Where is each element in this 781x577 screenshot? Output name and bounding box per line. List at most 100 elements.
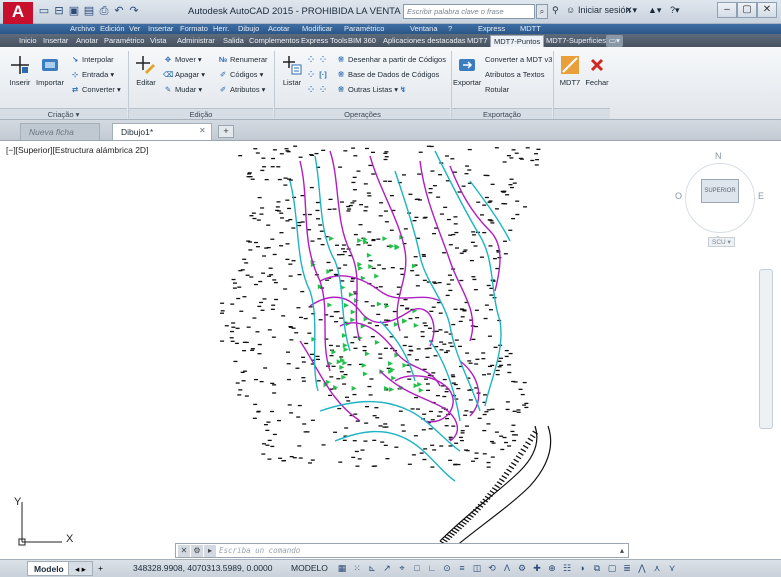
saveas-icon[interactable]: ▤: [83, 5, 95, 17]
compass-west[interactable]: O: [675, 191, 682, 201]
annotation-scale-icon[interactable]: Λ: [501, 562, 513, 575]
tab-salida[interactable]: Salida: [220, 35, 247, 47]
units-icon[interactable]: ⊕: [546, 562, 558, 575]
otrack-icon[interactable]: ∟: [426, 562, 438, 575]
menu-item[interactable]: Formato: [180, 24, 208, 34]
mudar-dropdown[interactable]: ✎ Mudar ▾: [163, 84, 202, 95]
compass-north[interactable]: N: [715, 151, 722, 161]
tab-mdt7-superficies[interactable]: MDT7-Superficies: [543, 35, 609, 47]
wrench-icon[interactable]: ⚙: [191, 545, 203, 557]
interpolar-button[interactable]: ↘ Interpolar: [70, 54, 114, 65]
menu-item[interactable]: Edición: [100, 24, 125, 34]
snap-icon[interactable]: ⁙: [351, 562, 363, 575]
chevron-up-icon[interactable]: ▴: [616, 545, 628, 557]
selection-cycling-icon[interactable]: ⟲: [486, 562, 498, 575]
tab-inicio[interactable]: Inicio: [16, 35, 40, 47]
points-icon-row-3[interactable]: ⁘ ⁘: [306, 84, 330, 95]
command-input[interactable]: Escriba un comando: [219, 546, 300, 555]
save-icon[interactable]: ▣: [68, 5, 80, 17]
list-button[interactable]: Listar: [278, 54, 306, 87]
account-icon[interactable]: ▲▾: [648, 5, 661, 16]
drawing-area[interactable]: [−][Superior][Estructura alámbrica 2D] N…: [0, 141, 781, 559]
close-icon[interactable]: ✕: [178, 545, 190, 557]
history-icon[interactable]: ▸: [204, 545, 216, 557]
redo-icon[interactable]: ↷: [128, 5, 140, 17]
mover-dropdown[interactable]: ✥ Mover ▾: [163, 54, 202, 65]
autocad-logo-icon[interactable]: A: [3, 2, 33, 24]
base-dados-button[interactable]: ⁜ Base de Dados de Códigos: [336, 69, 439, 80]
ribbon-options-icon[interactable]: ▭▾: [606, 35, 623, 47]
import-button[interactable]: Importar: [36, 54, 64, 87]
menu-item[interactable]: Acotar: [268, 24, 290, 34]
help-icon[interactable]: ?▾: [670, 5, 680, 16]
search-icon[interactable]: ⌕: [536, 4, 548, 19]
new-icon[interactable]: ▭: [38, 5, 50, 17]
tab-vista[interactable]: Vista: [147, 35, 170, 47]
add-tab-button[interactable]: +: [218, 125, 234, 138]
annotation-visibility-icon[interactable]: ⋀: [636, 562, 648, 575]
tab-bim360[interactable]: BIM 360: [345, 35, 379, 47]
hardware-acceleration-icon[interactable]: ⧉: [591, 562, 603, 575]
command-line[interactable]: ✕ ⚙ ▸ Escriba un comando ▴: [175, 543, 629, 558]
converter-dropdown[interactable]: ⇄ Converter ▾: [70, 84, 121, 95]
menu-item[interactable]: Express: [478, 24, 505, 34]
group-title-criacao[interactable]: Criação ▾: [0, 108, 127, 119]
binoculars-icon[interactable]: ⚲: [552, 5, 559, 16]
clean-screen-icon[interactable]: ▢: [606, 562, 618, 575]
close-icon[interactable]: ✕: [199, 126, 206, 135]
codigos-dropdown[interactable]: ✐ Códigos ▾: [218, 69, 264, 80]
tab-insertar[interactable]: Insertar: [40, 35, 71, 47]
points-icon-row-2[interactable]: ⁘ [·]: [306, 69, 330, 80]
outras-listas-dropdown[interactable]: ⁜ Outras Listas ▾ ↯: [336, 84, 410, 95]
maximize-button[interactable]: ▢: [737, 2, 757, 18]
renumerar-button[interactable]: № Renumerar: [218, 54, 268, 65]
isolate-objects-icon[interactable]: ◑: [576, 562, 588, 575]
coordinates-readout[interactable]: 348328.9908, 4070313.5989, 0.0000: [133, 563, 272, 573]
add-layout-icon[interactable]: +: [92, 561, 109, 576]
navigation-bar[interactable]: [759, 269, 773, 429]
annotation-monitor-icon[interactable]: ✚: [531, 562, 543, 575]
autoscale-icon[interactable]: ⋏: [651, 562, 663, 575]
menu-item[interactable]: Ver: [129, 24, 140, 34]
annotation-scale-value-icon[interactable]: ⋎: [666, 562, 678, 575]
fechar-button[interactable]: Fechar: [583, 54, 611, 87]
user-icon[interactable]: ☺: [566, 5, 575, 15]
close-button[interactable]: ✕: [757, 2, 777, 18]
atributos-dropdown[interactable]: ✐ Atributos ▾: [218, 84, 266, 95]
tab-dibujo1[interactable]: Dibujo1*: [112, 123, 212, 140]
polar-icon[interactable]: ↗: [381, 562, 393, 575]
apagar-dropdown[interactable]: ⌫Apagar ▾: [163, 69, 205, 80]
undo-icon[interactable]: ↶: [113, 5, 125, 17]
tab-parametrico[interactable]: Paramétrico: [101, 35, 147, 47]
model-space-toggle[interactable]: MODELO: [291, 563, 328, 573]
atributos-textos-button[interactable]: Atributos a Textos: [485, 69, 544, 80]
edit-point-button[interactable]: Editar: [132, 54, 160, 87]
quick-properties-icon[interactable]: ☷: [561, 562, 573, 575]
menu-item[interactable]: Insertar: [148, 24, 173, 34]
viewcube[interactable]: N S E O SUPERIOR: [669, 149, 769, 249]
print-icon[interactable]: ⎙: [98, 5, 110, 17]
rotular-button[interactable]: Rotular: [485, 84, 509, 95]
tab-modelo[interactable]: Modelo: [27, 561, 71, 576]
minimize-button[interactable]: –: [717, 2, 737, 18]
workspace-gear-icon[interactable]: ⚙: [516, 562, 528, 575]
osnap-icon[interactable]: □: [411, 562, 423, 575]
grid-icon[interactable]: ▦: [336, 562, 348, 575]
isodraft-icon[interactable]: ⌖: [396, 562, 408, 575]
viewcube-top-face[interactable]: SUPERIOR: [701, 179, 739, 203]
transparency-icon[interactable]: ◫: [471, 562, 483, 575]
points-icon-row-1[interactable]: ⁘ ⁘: [306, 54, 330, 65]
tab-complementos[interactable]: Complementos: [246, 35, 302, 47]
menu-item[interactable]: MDTT: [520, 24, 541, 34]
exchange-icon[interactable]: ✕▾: [625, 5, 637, 16]
menu-item[interactable]: Archivo: [70, 24, 95, 34]
converter-mdt-button[interactable]: Converter a MDT v3: [485, 54, 552, 65]
search-input[interactable]: Escribir palabra clave o frase: [403, 4, 535, 19]
tab-mdt7-puntos[interactable]: MDT7-Puntos: [490, 35, 545, 47]
menu-item[interactable]: Modificar: [302, 24, 332, 34]
compass-east[interactable]: E: [758, 191, 764, 201]
layout-tab-button[interactable]: ◂ ▸: [68, 561, 93, 576]
tab-express-tools[interactable]: Express Tools: [298, 35, 351, 47]
tab-aplicaciones[interactable]: Aplicaciones destacadas: [380, 35, 469, 47]
open-icon[interactable]: ⊟: [53, 5, 65, 17]
